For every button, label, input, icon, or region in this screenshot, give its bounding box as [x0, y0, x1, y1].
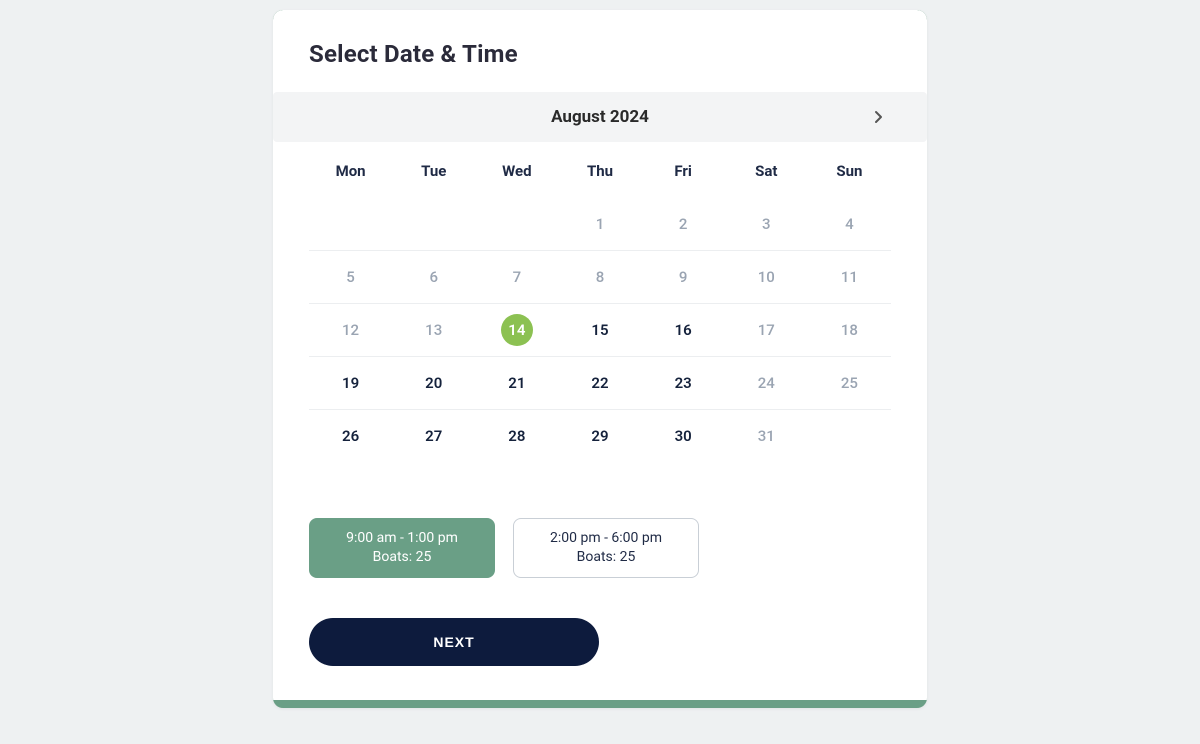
calendar-day[interactable]: 1: [558, 198, 641, 250]
time-slot-range: 9:00 am - 1:00 pm: [322, 529, 482, 548]
calendar-day-selected[interactable]: 14: [475, 304, 558, 356]
booking-widget: Select Date & Time August 2024 MonTueWed…: [273, 10, 927, 708]
calendar-day[interactable]: 26: [309, 410, 392, 462]
calendar-day-number: 14: [501, 314, 533, 346]
calendar-day[interactable]: 12: [309, 304, 392, 356]
calendar-week-row: 1234: [309, 198, 891, 250]
time-slot-selected[interactable]: 9:00 am - 1:00 pmBoats: 25: [309, 518, 495, 578]
weekday-header: Mon: [309, 152, 392, 198]
booking-card: Select Date & Time August 2024 MonTueWed…: [273, 10, 927, 700]
calendar-day-empty: [475, 198, 558, 250]
calendar-day[interactable]: 27: [392, 410, 475, 462]
calendar-day-empty: [392, 198, 475, 250]
calendar-weeks: 1234567891011121314151617181920212223242…: [309, 198, 891, 462]
calendar-day[interactable]: 7: [475, 251, 558, 303]
calendar-day[interactable]: 5: [309, 251, 392, 303]
time-slot-capacity: Boats: 25: [322, 548, 482, 567]
calendar-day[interactable]: 30: [642, 410, 725, 462]
calendar-day-empty: [309, 198, 392, 250]
calendar-day[interactable]: 15: [558, 304, 641, 356]
calendar-day[interactable]: 4: [808, 198, 891, 250]
calendar-day[interactable]: 2: [642, 198, 725, 250]
calendar-day[interactable]: 18: [808, 304, 891, 356]
month-navigation: August 2024: [273, 92, 927, 142]
weekday-header: Tue: [392, 152, 475, 198]
calendar-day[interactable]: 8: [558, 251, 641, 303]
calendar-day[interactable]: 6: [392, 251, 475, 303]
weekday-header: Thu: [558, 152, 641, 198]
calendar-day[interactable]: 29: [558, 410, 641, 462]
time-slot[interactable]: 2:00 pm - 6:00 pmBoats: 25: [513, 518, 699, 578]
calendar-day[interactable]: 31: [725, 410, 808, 462]
calendar-week-row: 567891011: [309, 250, 891, 303]
month-bar-inner: August 2024: [309, 107, 891, 127]
page-title: Select Date & Time: [309, 40, 891, 68]
calendar-day[interactable]: 13: [392, 304, 475, 356]
calendar: MonTueWedThuFriSatSun 123456789101112131…: [309, 152, 891, 462]
time-slot-capacity: Boats: 25: [526, 548, 686, 567]
calendar-week-row: 1213 14 15161718: [309, 303, 891, 356]
calendar-day[interactable]: 11: [808, 251, 891, 303]
calendar-day[interactable]: 20: [392, 357, 475, 409]
time-slot-list: 9:00 am - 1:00 pmBoats: 252:00 pm - 6:00…: [309, 518, 891, 578]
calendar-day[interactable]: 3: [725, 198, 808, 250]
calendar-week-row: 19202122232425: [309, 356, 891, 409]
weekday-header: Sat: [725, 152, 808, 198]
calendar-day[interactable]: 9: [642, 251, 725, 303]
calendar-day[interactable]: 28: [475, 410, 558, 462]
weekday-header: Fri: [642, 152, 725, 198]
calendar-day[interactable]: 21: [475, 357, 558, 409]
month-label: August 2024: [551, 107, 649, 127]
calendar-week-row: 262728293031: [309, 409, 891, 462]
calendar-day[interactable]: 16: [642, 304, 725, 356]
calendar-day[interactable]: 17: [725, 304, 808, 356]
calendar-day-empty: [808, 410, 891, 462]
calendar-day[interactable]: 22: [558, 357, 641, 409]
calendar-day[interactable]: 25: [808, 357, 891, 409]
weekday-header: Wed: [475, 152, 558, 198]
weekday-header-row: MonTueWedThuFriSatSun: [309, 152, 891, 198]
chevron-right-icon: [874, 110, 884, 124]
time-slot-range: 2:00 pm - 6:00 pm: [526, 529, 686, 548]
calendar-day[interactable]: 19: [309, 357, 392, 409]
calendar-day[interactable]: 24: [725, 357, 808, 409]
calendar-day[interactable]: 10: [725, 251, 808, 303]
next-button[interactable]: NEXT: [309, 618, 599, 666]
month-next-button[interactable]: [867, 105, 891, 129]
weekday-header: Sun: [808, 152, 891, 198]
calendar-day[interactable]: 23: [642, 357, 725, 409]
